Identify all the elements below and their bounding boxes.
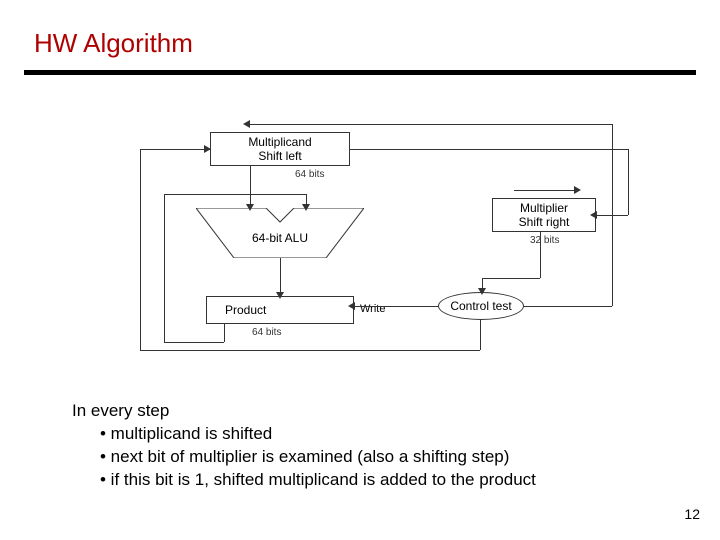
arrow-down-icon-4 — [478, 288, 486, 295]
multiplier-label: Multiplier — [520, 201, 568, 215]
wire — [164, 194, 165, 342]
arrow-down-icon-2 — [276, 292, 284, 299]
wire — [140, 350, 480, 351]
arrow-left-icon-1 — [590, 211, 597, 219]
title-underline — [24, 70, 696, 75]
control-test-label: Control test — [450, 299, 511, 313]
control-test: Control test — [438, 292, 524, 320]
multiplicand-register: Multiplicand Shift left — [210, 132, 350, 166]
wire — [354, 306, 438, 307]
multiplicand-label: Multiplicand — [248, 135, 311, 149]
page-number: 12 — [684, 506, 700, 522]
desc-bullet-1: • multiplicand is shifted — [72, 423, 536, 446]
desc-bullet-2: • next bit of multiplier is examined (al… — [72, 446, 536, 469]
hw-multiplier-diagram: Multiplicand Shift left 64 bits Multipli… — [100, 120, 640, 380]
multiplicand-bits: 64 bits — [295, 169, 324, 180]
arrow-right-icon-1 — [204, 145, 211, 153]
wire — [140, 149, 210, 150]
shift-left-line — [250, 124, 310, 125]
wire — [164, 342, 224, 343]
wire — [612, 124, 613, 306]
shift-right-arrow-icon — [574, 186, 581, 194]
multiplier-register: Multiplier Shift right — [492, 198, 596, 232]
product-bits: 64 bits — [252, 327, 281, 338]
product-label: Product — [225, 303, 266, 317]
desc-intro: In every step — [72, 401, 169, 420]
multiplier-shift-label: Shift right — [519, 215, 570, 229]
wire — [480, 320, 481, 350]
multiplicand-shift-label: Shift left — [258, 149, 301, 163]
multiplier-bits: 32 bits — [530, 235, 559, 246]
product-register: Product — [206, 296, 354, 324]
wire — [140, 149, 141, 350]
shift-right-line — [514, 190, 574, 191]
wire — [224, 324, 225, 342]
shift-left-arrow-icon — [243, 120, 250, 128]
algorithm-description: In every step • multiplicand is shifted … — [72, 400, 536, 492]
product-write-label: Write — [360, 303, 385, 315]
desc-bullet-3: • if this bit is 1, shifted multiplicand… — [72, 469, 536, 492]
wire — [310, 124, 612, 125]
arrow-left-icon-2 — [348, 302, 355, 310]
wire — [482, 278, 540, 279]
arrow-down-icon-1 — [246, 204, 254, 211]
wire — [628, 149, 629, 215]
arrow-down-icon-3 — [302, 204, 310, 211]
wire — [350, 149, 628, 150]
wire — [250, 166, 251, 208]
slide-title: HW Algorithm — [34, 28, 193, 59]
wire — [540, 232, 541, 278]
wire — [164, 194, 306, 195]
alu-label: 64-bit ALU — [252, 231, 308, 245]
wire — [524, 306, 612, 307]
wire — [280, 258, 281, 296]
